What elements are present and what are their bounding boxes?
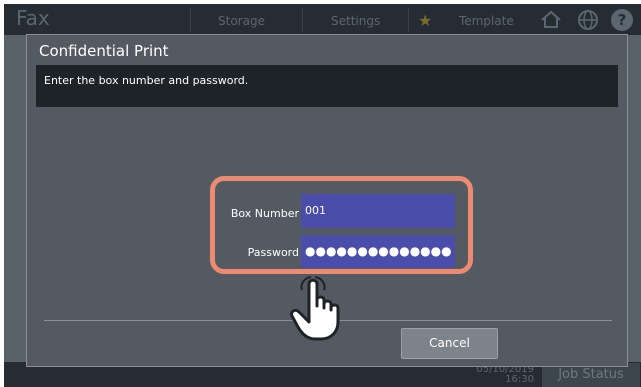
nav-divider (302, 8, 303, 32)
box-number-label: Box Number (230, 207, 299, 220)
dialog-title: Confidential Print (39, 42, 169, 60)
app-title: Fax (16, 6, 50, 30)
password-field[interactable]: ●●●●●●●●●●●●●● (301, 235, 455, 268)
tab-template[interactable]: Template (459, 14, 514, 28)
tab-storage[interactable]: Storage (218, 14, 265, 28)
instruction-text: Enter the box number and password. (44, 74, 249, 87)
star-icon: ★ (418, 11, 433, 30)
box-number-field[interactable]: 001 (301, 194, 455, 228)
globe-icon[interactable] (577, 9, 599, 31)
password-label: Password (247, 246, 299, 259)
instruction-panel: Enter the box number and password. (36, 65, 618, 107)
datetime: 05/10/2019 16:30 (472, 365, 534, 385)
top-bar: Fax Storage Settings ★ Template ? (4, 4, 641, 35)
hand-pointer-icon (290, 276, 340, 341)
help-icon[interactable]: ? (611, 9, 633, 31)
nav-divider (408, 8, 409, 32)
time-text: 16:30 (505, 374, 534, 385)
nav-divider (190, 8, 191, 32)
tab-settings[interactable]: Settings (331, 14, 380, 28)
home-icon[interactable] (540, 9, 562, 29)
screen: Fax Storage Settings ★ Template ? 05/10/… (4, 4, 641, 387)
cancel-button[interactable]: Cancel (401, 328, 498, 359)
